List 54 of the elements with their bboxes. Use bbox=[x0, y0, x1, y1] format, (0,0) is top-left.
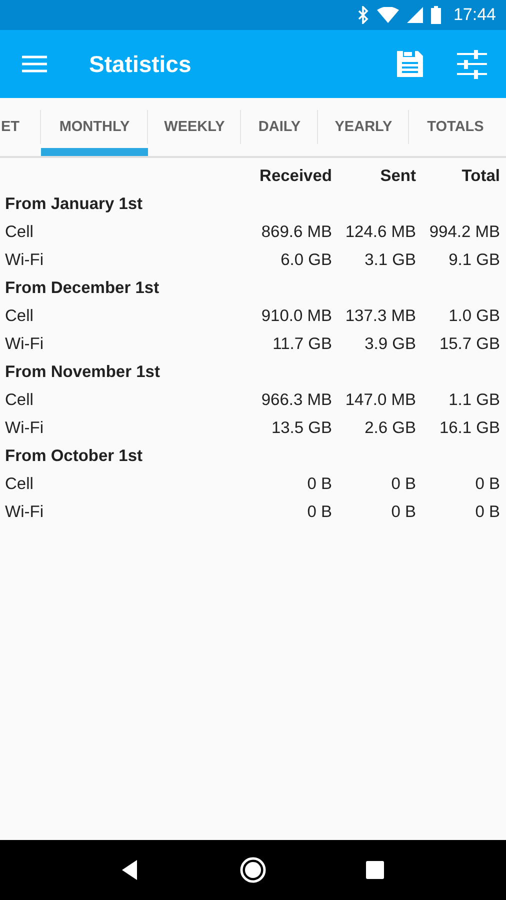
row-label: Cell bbox=[5, 306, 34, 326]
battery-icon bbox=[431, 6, 442, 24]
row-label: Cell bbox=[5, 222, 34, 242]
table-cell-text: 0 B bbox=[390, 474, 416, 494]
row-label: Wi-Fi bbox=[5, 502, 44, 522]
group-heading: From January 1st bbox=[5, 194, 143, 214]
tab[interactable]: MONTHLY bbox=[41, 98, 148, 156]
signal-icon bbox=[407, 7, 424, 23]
table-cell-text: 2.6 GB bbox=[364, 418, 416, 438]
row-label: Wi-Fi bbox=[5, 250, 44, 270]
row-label: Cell bbox=[5, 474, 34, 494]
column-header: Received bbox=[258, 166, 332, 186]
table-cell-text: 0 B bbox=[474, 502, 500, 522]
table-cell-text: 11.7 GB bbox=[272, 334, 332, 354]
table-cell-text: 0 B bbox=[306, 502, 332, 522]
menu-icon[interactable] bbox=[22, 55, 47, 73]
tab[interactable]: ET bbox=[0, 98, 41, 156]
table-cell-text: 6.0 GB bbox=[280, 250, 332, 270]
tab[interactable]: TOTALS bbox=[409, 98, 502, 156]
table-cell-text: 0 B bbox=[306, 474, 332, 494]
table-cell-text: 0 B bbox=[474, 474, 500, 494]
screen-title: Statistics bbox=[89, 50, 192, 78]
table-cell-text: 16.1 GB bbox=[438, 418, 500, 438]
row-label: Wi-Fi bbox=[5, 334, 44, 354]
home-icon[interactable] bbox=[239, 856, 267, 884]
group-heading: From October 1st bbox=[5, 446, 143, 466]
table-cell-text: 13.5 GB bbox=[270, 418, 332, 438]
table-cell-text: 15.7 GB bbox=[438, 334, 500, 354]
column-header: Total bbox=[460, 166, 500, 186]
table-cell-text: 147.0 MB bbox=[344, 390, 416, 410]
table-cell-text: 3.1 GB bbox=[364, 250, 416, 270]
table-cell-text: 9.1 GB bbox=[448, 250, 500, 270]
table-cell-text: 137.3 MB bbox=[344, 306, 416, 326]
tab[interactable]: WEEKLY bbox=[148, 98, 241, 156]
tab[interactable]: DAILY bbox=[241, 98, 318, 156]
clock: 17:44 bbox=[453, 5, 496, 25]
table-cell-text: 3.9 GB bbox=[364, 334, 416, 354]
table-cell-text: 910.0 MB bbox=[260, 306, 332, 326]
sliders-icon[interactable] bbox=[457, 49, 487, 79]
tab[interactable]: YEARLY bbox=[318, 98, 409, 156]
table-cell-text: 994.2 MB bbox=[428, 222, 500, 242]
group-heading: From November 1st bbox=[5, 362, 160, 382]
bluetooth-icon bbox=[357, 6, 370, 24]
row-label: Cell bbox=[5, 390, 34, 410]
table-cell-text: 966.3 MB bbox=[260, 390, 332, 410]
table-cell-text: 1.0 GB bbox=[448, 306, 500, 326]
column-header: Sent bbox=[379, 166, 416, 186]
wifi-icon bbox=[377, 7, 400, 23]
group-heading: From December 1st bbox=[5, 278, 160, 298]
table-cell-text: 1.1 GB bbox=[448, 390, 500, 410]
row-label: Wi-Fi bbox=[5, 418, 44, 438]
table-cell-text: 869.6 MB bbox=[260, 222, 332, 242]
table-cell-text: 124.6 MB bbox=[344, 222, 416, 242]
table-cell-text: 0 B bbox=[390, 502, 416, 522]
